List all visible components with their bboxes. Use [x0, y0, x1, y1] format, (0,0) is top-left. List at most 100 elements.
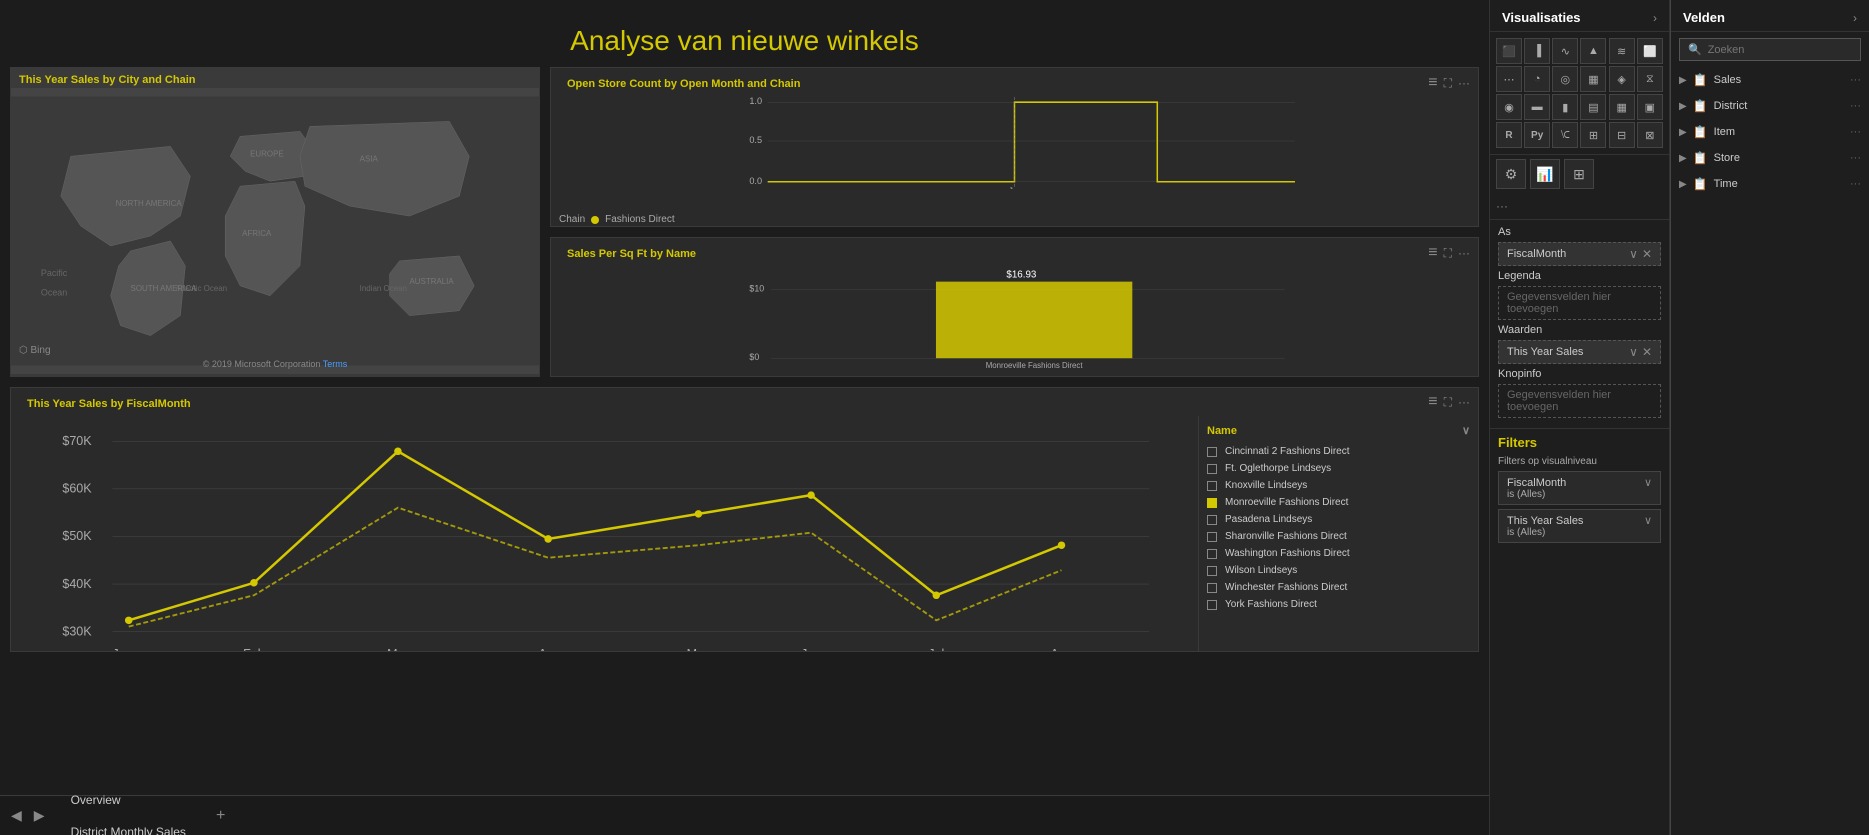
store-checkbox[interactable] — [1207, 447, 1217, 457]
more-icon[interactable]: ··· — [1458, 76, 1470, 90]
store-checkbox[interactable] — [1207, 532, 1217, 542]
store-checkbox[interactable] — [1207, 498, 1217, 508]
store-list-item[interactable]: Washington Fashions Direct — [1207, 545, 1470, 562]
svg-text:0.0: 0.0 — [749, 176, 762, 186]
tab-district-monthly-sales[interactable]: District Monthly Sales — [51, 815, 206, 835]
more-icon2[interactable]: ··· — [1458, 246, 1470, 260]
store-checkbox[interactable] — [1207, 549, 1217, 559]
store-list-item[interactable]: Wilson Lindseys — [1207, 562, 1470, 579]
viz-extra-dots[interactable]: ··· — [1490, 193, 1669, 219]
field-group-header[interactable]: ▶ 📋 Item ··· — [1679, 122, 1861, 142]
store-list-item[interactable]: Monroeville Fashions Direct — [1207, 494, 1470, 511]
viz-icon-donut[interactable]: ◎ — [1552, 66, 1578, 92]
velden-chevron[interactable]: › — [1853, 11, 1857, 25]
store-checkbox[interactable] — [1207, 566, 1217, 576]
viz-icon-area[interactable]: ▲ — [1580, 38, 1606, 64]
viz-icon-kpi[interactable]: ▮ — [1552, 94, 1578, 120]
viz-icon-bar[interactable]: ▐ — [1524, 38, 1550, 64]
expand-icon2[interactable]: ⛶ — [1444, 246, 1452, 261]
viz-icon-matrix[interactable]: ▣ — [1637, 94, 1663, 120]
store-list-item[interactable]: Cincinnati 2 Fashions Direct — [1207, 443, 1470, 460]
field-group-header[interactable]: ▶ 📋 Sales ··· — [1679, 70, 1861, 90]
viz-icon-map[interactable]: ◈ — [1609, 66, 1635, 92]
tab-nav-prev[interactable]: ◀ — [5, 803, 28, 828]
store-list-sort-icon[interactable]: ∨ — [1462, 424, 1470, 437]
viz-analytics-icon[interactable]: 📊 — [1530, 159, 1560, 189]
field-group-store[interactable]: ▶ 📋 Store ··· — [1671, 145, 1869, 171]
field-group-header[interactable]: ▶ 📋 Time ··· — [1679, 174, 1861, 194]
fiscal-tag-chevron[interactable]: ∨ — [1629, 247, 1638, 261]
viz-icon-treemap[interactable]: ▦ — [1580, 66, 1606, 92]
filter-item[interactable]: This Year Sales ∨ is (Alles) — [1498, 509, 1661, 543]
page-title: Analyse van nieuwe winkels — [10, 10, 1479, 67]
viz-icon-card[interactable]: ▬ — [1524, 94, 1550, 120]
store-checkbox[interactable] — [1207, 600, 1217, 610]
waarden-label: Waarden — [1498, 324, 1661, 336]
tab-add-button[interactable]: + — [206, 799, 235, 833]
viz-icon-custom3[interactable]: ⊠ — [1637, 122, 1663, 148]
fiscal-drag-handle[interactable]: ≡ — [1428, 393, 1437, 411]
fields-search-input[interactable] — [1708, 44, 1852, 56]
field-group-sales[interactable]: ▶ 📋 Sales ··· — [1671, 67, 1869, 93]
visualisaties-chevron[interactable]: › — [1653, 11, 1657, 25]
store-list-item[interactable]: Knoxville Lindseys — [1207, 477, 1470, 494]
viz-icon-scatter[interactable]: ⋯ — [1496, 66, 1522, 92]
svg-text:$16.93: $16.93 — [1006, 270, 1037, 281]
viz-icon-ribbon[interactable]: ≋ — [1609, 38, 1635, 64]
sales-tag-remove[interactable]: ✕ — [1642, 345, 1652, 359]
sales-tag-chevron[interactable]: ∨ — [1629, 345, 1638, 359]
field-group-more[interactable]: ··· — [1850, 74, 1861, 86]
viz-format-icon[interactable]: ⚙ — [1496, 159, 1526, 189]
viz-icon-decomp[interactable]: ⟈ — [1552, 122, 1578, 148]
store-checkbox[interactable] — [1207, 583, 1217, 593]
field-group-time[interactable]: ▶ 📋 Time ··· — [1671, 171, 1869, 197]
viz-icon-custom2[interactable]: ⊟ — [1609, 122, 1635, 148]
store-checkbox[interactable] — [1207, 515, 1217, 525]
viz-icons-grid: ⬛ ▐ ∿ ▲ ≋ ⬜ ⋯ ◔ ◎ ▦ ◈ ⧖ ◉ ▬ ▮ — [1490, 32, 1669, 154]
fiscal-tag-remove[interactable]: ✕ — [1642, 247, 1652, 261]
expand-icon[interactable]: ⛶ — [1444, 76, 1452, 91]
fiscal-more-icon[interactable]: ··· — [1458, 395, 1470, 409]
drag-handle-icon2[interactable]: ≡ — [1428, 244, 1437, 262]
field-group-more[interactable]: ··· — [1850, 152, 1861, 164]
viz-icon-pie[interactable]: ◔ — [1524, 66, 1550, 92]
viz-icon-custom1[interactable]: ⊞ — [1580, 122, 1606, 148]
field-group-header[interactable]: ▶ 📋 Store ··· — [1679, 148, 1861, 168]
viz-icon-stacked-bar[interactable]: ⬛ — [1496, 38, 1522, 64]
tab-nav-next[interactable]: ▶ — [28, 803, 51, 828]
field-group-more[interactable]: ··· — [1850, 178, 1861, 190]
svg-text:NORTH AMERICA: NORTH AMERICA — [116, 199, 183, 208]
viz-icon-table[interactable]: ▦ — [1609, 94, 1635, 120]
map-chart-title: This Year Sales by City and Chain — [11, 68, 539, 88]
filter-value: is (Alles) — [1507, 489, 1652, 500]
fiscal-expand-icon[interactable]: ⛶ — [1444, 395, 1452, 410]
store-checkbox[interactable] — [1207, 481, 1217, 491]
viz-icon-r[interactable]: R — [1496, 122, 1522, 148]
field-group-item[interactable]: ▶ 📋 Item ··· — [1671, 119, 1869, 145]
field-group-more[interactable]: ··· — [1850, 126, 1861, 138]
filter-item[interactable]: FiscalMonth ∨ is (Alles) — [1498, 471, 1661, 505]
viz-icon-funnel[interactable]: ⧖ — [1637, 66, 1663, 92]
svg-text:May: May — [687, 647, 711, 651]
viz-fields-icon[interactable]: ⊞ — [1564, 159, 1594, 189]
store-list-item[interactable]: Winchester Fashions Direct — [1207, 579, 1470, 596]
viz-icon-gauge[interactable]: ◉ — [1496, 94, 1522, 120]
filter-chevron[interactable]: ∨ — [1644, 514, 1652, 527]
store-list-item[interactable]: Sharonville Fashions Direct — [1207, 528, 1470, 545]
store-list-item[interactable]: Ft. Oglethorpe Lindseys — [1207, 460, 1470, 477]
svg-text:0.5: 0.5 — [749, 135, 762, 145]
field-group-district[interactable]: ▶ 📋 District ··· — [1671, 93, 1869, 119]
store-checkbox[interactable] — [1207, 464, 1217, 474]
field-group-more[interactable]: ··· — [1850, 100, 1861, 112]
drag-handle-icon[interactable]: ≡ — [1428, 74, 1437, 92]
store-list-item[interactable]: York Fashions Direct — [1207, 596, 1470, 613]
viz-icon-waterfall[interactable]: ⬜ — [1637, 38, 1663, 64]
filter-name: FiscalMonth — [1507, 477, 1566, 489]
map-terms-link[interactable]: Terms — [323, 359, 348, 369]
store-list-item[interactable]: Pasadena Lindseys — [1207, 511, 1470, 528]
viz-icon-slicer[interactable]: ▤ — [1580, 94, 1606, 120]
field-group-header[interactable]: ▶ 📋 District ··· — [1679, 96, 1861, 116]
viz-icon-line[interactable]: ∿ — [1552, 38, 1578, 64]
viz-icon-python[interactable]: Py — [1524, 122, 1550, 148]
filter-chevron[interactable]: ∨ — [1644, 476, 1652, 489]
